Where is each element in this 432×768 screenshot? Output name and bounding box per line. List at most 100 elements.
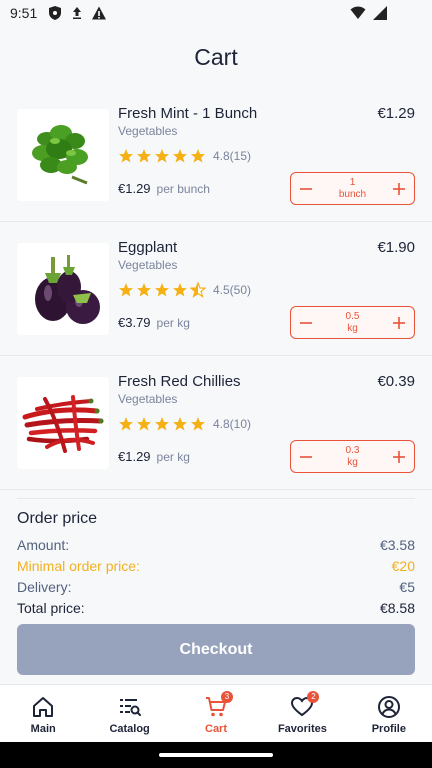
- star-icon: [155, 417, 169, 431]
- amount-value: €3.58: [379, 537, 415, 553]
- signal-icon: [373, 6, 387, 20]
- star-icon: [155, 283, 169, 297]
- nav-main[interactable]: Main: [0, 685, 86, 742]
- star-icon: [119, 149, 133, 163]
- product-category: Vegetables: [118, 392, 178, 406]
- star-icon: [119, 417, 133, 431]
- star-icon: [137, 283, 151, 297]
- warning-icon: [92, 6, 107, 20]
- total-price-value: €8.58: [379, 600, 415, 616]
- quantity-stepper[interactable]: 1 bunch: [290, 172, 415, 205]
- star-icon: [191, 417, 205, 431]
- increase-button[interactable]: [384, 308, 414, 338]
- rating-text: 4.5(50): [213, 283, 252, 297]
- product-category: Vegetables: [118, 124, 178, 138]
- checkout-button[interactable]: Checkout: [17, 624, 415, 675]
- plus-icon: [393, 450, 405, 463]
- bottom-navigation: Main Catalog 3 Cart 2 Favorites Profile: [0, 684, 432, 742]
- nav-profile-label: Profile: [371, 723, 406, 735]
- rating-stars: [118, 148, 208, 164]
- amount-row: Amount: €3.58: [17, 537, 415, 558]
- product-name[interactable]: Fresh Mint - 1 Bunch: [118, 105, 257, 122]
- nav-favorites-label: Favorites: [277, 723, 327, 735]
- star-icon: [173, 417, 187, 431]
- total-price-row: Total price: €8.58: [17, 600, 415, 621]
- cart-item[interactable]: Fresh Red Chillies Vegetables €0.39 4.8(…: [0, 356, 432, 490]
- unit-price: €1.29 per bunch: [118, 181, 210, 196]
- product-name[interactable]: Fresh Red Chillies: [118, 373, 241, 390]
- minus-icon: [300, 321, 312, 324]
- nav-catalog[interactable]: Catalog: [86, 685, 172, 742]
- item-total: €1.29: [377, 105, 415, 122]
- quantity-stepper[interactable]: 0.3 kg: [290, 440, 415, 473]
- delivery-label: Delivery:: [17, 579, 72, 595]
- quantity-stepper[interactable]: 0.5 kg: [290, 306, 415, 339]
- decrease-button[interactable]: [291, 442, 321, 472]
- eggplant-image[interactable]: [17, 243, 109, 335]
- mint-illustration: [17, 109, 109, 201]
- system-navigation-bar: [0, 742, 432, 768]
- eggplant-illustration: [17, 243, 109, 335]
- amount-label: Amount:: [17, 537, 70, 553]
- decrease-button[interactable]: [291, 308, 321, 338]
- star-icon: [173, 149, 187, 163]
- delivery-value: €5: [399, 579, 415, 595]
- home-icon: [33, 697, 54, 717]
- cart-item[interactable]: Eggplant Vegetables €1.90 4.5(50) €3.79 p…: [0, 222, 432, 356]
- price-value: €1.29: [118, 449, 151, 464]
- minimal-order-label: Minimal order price:: [17, 558, 140, 574]
- favorites-badge: 2: [307, 691, 320, 703]
- order-heading: Order price: [17, 510, 98, 527]
- item-total: €0.39: [377, 373, 415, 390]
- mint-image[interactable]: [17, 109, 109, 201]
- nav-favorites[interactable]: 2 Favorites: [259, 685, 345, 742]
- quantity-value: 0.5 kg: [346, 311, 360, 335]
- quantity-number: 1: [349, 176, 356, 188]
- plus-icon: [393, 316, 405, 329]
- home-gesture-handle[interactable]: [159, 753, 273, 757]
- chillies-image[interactable]: [17, 377, 109, 469]
- quantity-number: 0.5: [345, 310, 360, 322]
- nav-catalog-label: Catalog: [109, 723, 150, 735]
- total-price-label: Total price:: [17, 600, 85, 616]
- star-icon: [137, 417, 151, 431]
- product-category: Vegetables: [118, 258, 178, 272]
- page-title: Cart: [194, 44, 238, 70]
- cart-list: Fresh Mint - 1 Bunch Vegetables €1.29 4.…: [0, 88, 432, 490]
- nav-cart[interactable]: 3 Cart: [173, 685, 259, 742]
- rating: 4.8(15): [118, 148, 251, 164]
- quantity-value: 0.3 kg: [346, 445, 360, 469]
- rating: 4.8(10): [118, 416, 251, 432]
- quantity-unit: bunch: [338, 188, 367, 200]
- status-right: [350, 5, 388, 21]
- plus-icon: [393, 182, 405, 195]
- rating: 4.5(50): [118, 282, 251, 298]
- order-summary: Order price Amount: €3.58 Minimal order …: [17, 498, 415, 621]
- increase-button[interactable]: [384, 174, 414, 204]
- quantity-value: 1 bunch: [339, 177, 366, 201]
- download-icon: [73, 7, 82, 19]
- nav-cart-label: Cart: [205, 723, 228, 735]
- minimal-order-row: Minimal order price: €20: [17, 558, 415, 579]
- status-time: 9:51: [10, 5, 38, 21]
- star-icon: [119, 283, 133, 297]
- product-name[interactable]: Eggplant: [118, 239, 177, 256]
- cart-badge: 3: [221, 691, 234, 703]
- nav-main-label: Main: [30, 723, 56, 735]
- rating-text: 4.8(10): [213, 417, 252, 431]
- delivery-row: Delivery: €5: [17, 579, 415, 600]
- item-total: €1.90: [377, 239, 415, 256]
- minus-icon: [300, 187, 312, 190]
- nav-profile[interactable]: Profile: [346, 685, 432, 742]
- star-icon: [190, 282, 206, 298]
- rating-stars: [118, 416, 208, 432]
- profile-icon: [377, 696, 400, 718]
- cart-item[interactable]: Fresh Mint - 1 Bunch Vegetables €1.29 4.…: [0, 88, 432, 222]
- increase-button[interactable]: [384, 442, 414, 472]
- decrease-button[interactable]: [291, 174, 321, 204]
- minus-icon: [300, 455, 312, 458]
- wifi-icon: [350, 6, 366, 19]
- shield-icon: [49, 6, 62, 20]
- star-icon: [191, 149, 205, 163]
- rating-text: 4.8(15): [213, 149, 252, 163]
